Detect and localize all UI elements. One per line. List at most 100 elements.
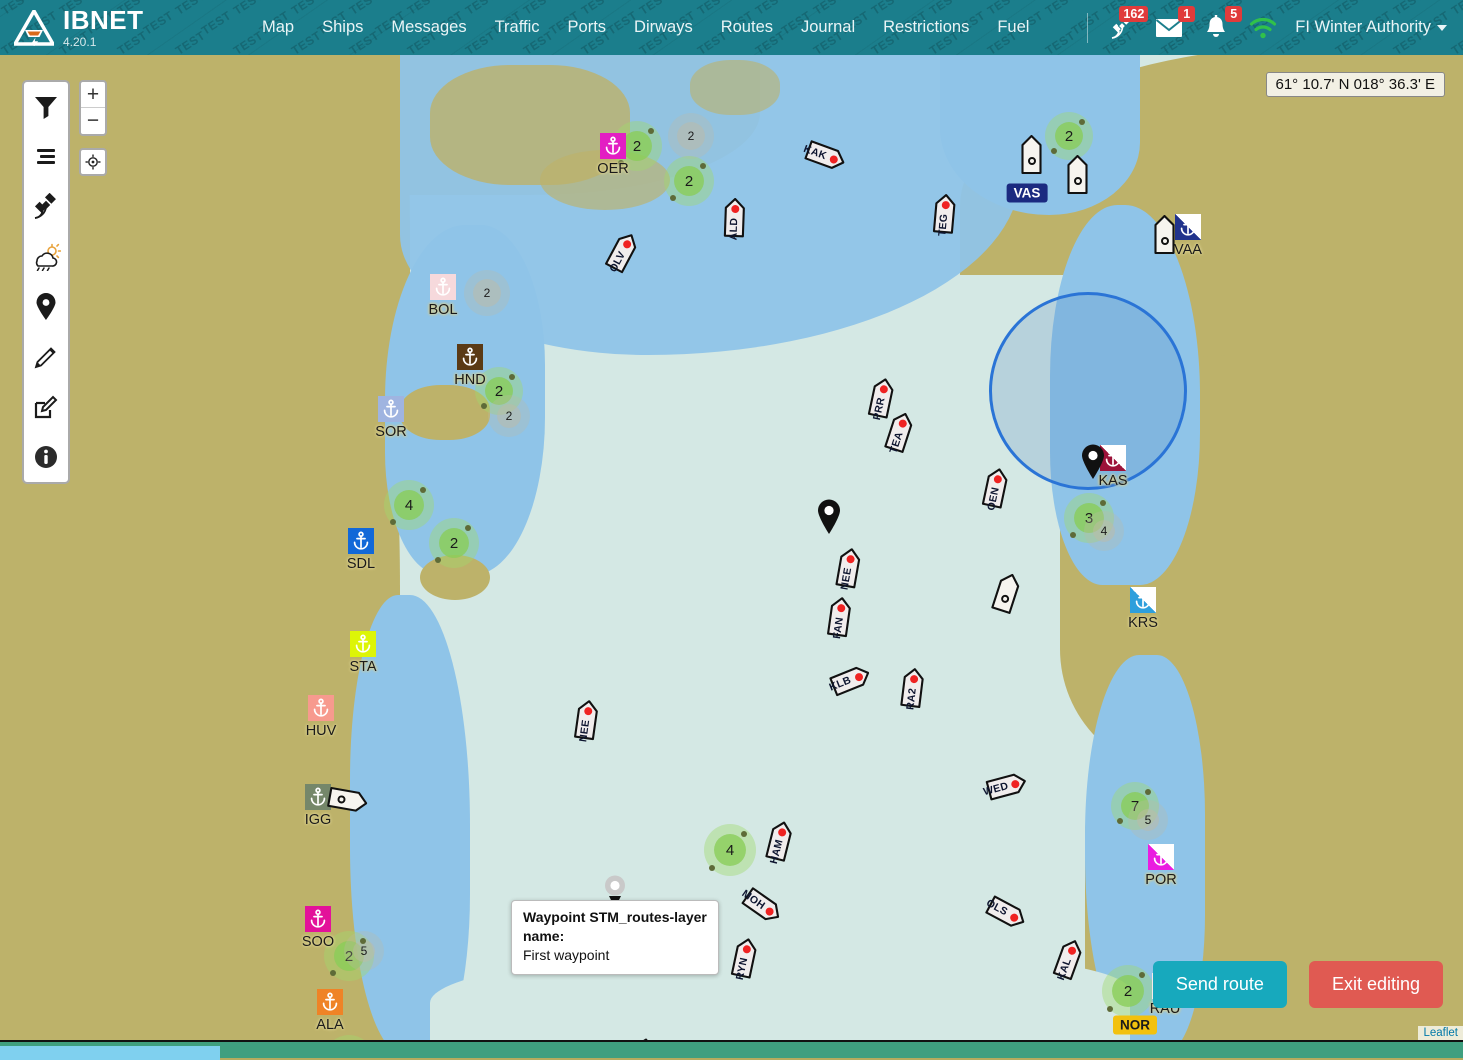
cluster-dot bbox=[480, 403, 487, 410]
envelope-icon[interactable]: 1 bbox=[1154, 5, 1196, 43]
port-marker-oer[interactable]: OER bbox=[597, 133, 629, 177]
watermark-text: TEST bbox=[1042, 0, 1078, 18]
cluster-marker[interactable]: 2 bbox=[674, 166, 704, 196]
header-divider bbox=[1087, 12, 1089, 43]
vessel-marker-teg[interactable]: TEG bbox=[932, 193, 956, 237]
port-marker-bol[interactable]: BOL bbox=[428, 274, 458, 318]
cluster-marker[interactable]: 2 bbox=[485, 377, 513, 405]
filter-icon[interactable] bbox=[24, 82, 68, 132]
brand-logo[interactable]: IBNET 4.20.1 bbox=[0, 7, 236, 48]
cluster-dot bbox=[709, 864, 716, 871]
cluster-dot bbox=[359, 938, 366, 944]
island-west-1 bbox=[400, 385, 490, 440]
cluster-dot bbox=[669, 194, 676, 201]
cluster-marker[interactable]: 5 bbox=[1137, 809, 1159, 831]
waypoint-pin-kas[interactable] bbox=[1081, 444, 1105, 485]
leaflet-attribution[interactable]: Leaflet bbox=[1418, 1026, 1463, 1040]
cluster-marker[interactable]: 2 bbox=[497, 404, 521, 428]
nav-item-map[interactable]: Map bbox=[248, 10, 308, 45]
port-icon-box bbox=[350, 631, 376, 657]
map-box-label-vas[interactable]: VAS bbox=[1006, 183, 1048, 203]
nav-item-fuel[interactable]: Fuel bbox=[983, 10, 1043, 45]
cluster-dot bbox=[434, 556, 441, 563]
cluster-dot bbox=[1144, 789, 1151, 795]
island-west-2 bbox=[420, 555, 490, 600]
alerts-badge: 5 bbox=[1225, 5, 1243, 22]
exit-editing-button[interactable]: Exit editing bbox=[1308, 961, 1443, 1008]
port-label: SDL bbox=[346, 556, 376, 572]
nav-item-routes[interactable]: Routes bbox=[707, 10, 787, 45]
port-marker-sdl[interactable]: SDL bbox=[347, 528, 375, 572]
port-label: ALA bbox=[316, 1017, 344, 1033]
map-canvas[interactable]: 2222222423475425222 OERBOLHNDSORSDLSTAHU… bbox=[0, 55, 1463, 1040]
weather-icon[interactable] bbox=[24, 232, 68, 282]
port-marker-huv[interactable]: HUV bbox=[306, 695, 336, 739]
coordinates-readout: 61° 10.7' N 018° 36.3' E bbox=[1265, 72, 1445, 97]
port-icon-box bbox=[1175, 214, 1201, 240]
cluster-marker[interactable]: 2 bbox=[622, 131, 652, 161]
map-box-label-nor[interactable]: NOR bbox=[1113, 1015, 1157, 1035]
zoom-in-button[interactable]: + bbox=[81, 82, 105, 108]
port-marker-sor[interactable]: SOR bbox=[375, 396, 407, 440]
vessel-marker-unlabelled[interactable] bbox=[1021, 135, 1042, 175]
cluster-dot bbox=[1107, 1005, 1114, 1012]
port-icon-box bbox=[348, 528, 374, 554]
port-marker-hnd[interactable]: HND bbox=[454, 344, 486, 388]
port-label: BOL bbox=[428, 302, 458, 318]
nav-item-journal[interactable]: Journal bbox=[787, 10, 869, 45]
port-marker-soo[interactable]: SOO bbox=[302, 906, 334, 950]
cluster-marker[interactable]: 4 bbox=[714, 834, 746, 866]
user-menu-label: FI Winter Authority bbox=[1295, 18, 1431, 36]
nav-item-ports[interactable]: Ports bbox=[554, 10, 621, 45]
tooltip-value: First waypoint bbox=[523, 946, 610, 963]
cluster-marker[interactable]: 2 bbox=[439, 528, 469, 558]
port-icon-box bbox=[600, 133, 626, 159]
port-marker-vaa[interactable]: VAA bbox=[1174, 214, 1202, 258]
port-marker-ala[interactable]: ALA bbox=[316, 989, 344, 1033]
vessel-marker-unlabelled[interactable] bbox=[1067, 155, 1088, 195]
vessel-marker-ald[interactable]: ALD bbox=[723, 197, 745, 240]
bell-icon[interactable]: 5 bbox=[1201, 5, 1243, 43]
satellite-icon[interactable] bbox=[24, 182, 68, 232]
cluster-marker[interactable]: 4 bbox=[1093, 520, 1115, 542]
locate-button[interactable] bbox=[79, 148, 107, 176]
pencil-icon[interactable] bbox=[24, 332, 68, 382]
cluster-marker[interactable]: 2 bbox=[1055, 122, 1083, 150]
waypoint-pin-mid[interactable] bbox=[817, 499, 841, 540]
zoom-out-button[interactable]: − bbox=[81, 108, 105, 134]
vessel-label: TEG bbox=[936, 213, 951, 237]
vessel-hull: TEG bbox=[932, 193, 956, 237]
nav-item-messages[interactable]: Messages bbox=[377, 10, 480, 45]
wifi-icon[interactable] bbox=[1248, 13, 1278, 43]
vessel-marker-unlabelled[interactable] bbox=[1154, 215, 1175, 255]
port-marker-krs[interactable]: KRS bbox=[1128, 587, 1158, 631]
edit-square-icon[interactable] bbox=[24, 382, 68, 432]
send-route-button[interactable]: Send route bbox=[1152, 961, 1287, 1008]
layers-icon[interactable] bbox=[24, 132, 68, 182]
port-marker-por[interactable]: POR bbox=[1145, 844, 1177, 888]
watermark-text: TEST bbox=[1042, 28, 1078, 55]
island-group-north-3 bbox=[690, 60, 780, 115]
cluster-dot bbox=[647, 128, 654, 134]
cluster-dot bbox=[389, 518, 396, 525]
vessel-hull bbox=[1154, 215, 1175, 255]
nav-item-restrictions[interactable]: Restrictions bbox=[869, 10, 983, 45]
bottom-status-strip bbox=[0, 1040, 1463, 1060]
port-icon-box bbox=[1130, 587, 1156, 613]
marker-icon[interactable] bbox=[24, 282, 68, 332]
nav-item-traffic[interactable]: Traffic bbox=[481, 10, 554, 45]
chevron-down-icon bbox=[1437, 24, 1447, 31]
nav-item-ships[interactable]: Ships bbox=[308, 10, 377, 45]
port-icon-box bbox=[1148, 844, 1174, 870]
nav-item-dirways[interactable]: Dirways bbox=[620, 10, 707, 45]
cluster-marker[interactable]: 4 bbox=[394, 490, 424, 520]
vessel-hull bbox=[1021, 135, 1042, 175]
info-icon[interactable] bbox=[24, 432, 68, 482]
port-marker-sta[interactable]: STA bbox=[349, 631, 377, 675]
cluster-marker[interactable]: 2 bbox=[473, 279, 501, 307]
user-menu[interactable]: FI Winter Authority bbox=[1295, 18, 1447, 37]
port-icon-box bbox=[305, 906, 331, 932]
satellite-icon[interactable]: 162 bbox=[1107, 5, 1149, 43]
cluster-marker[interactable]: 2 bbox=[677, 122, 705, 150]
cluster-marker[interactable]: 2 bbox=[1112, 975, 1144, 1007]
